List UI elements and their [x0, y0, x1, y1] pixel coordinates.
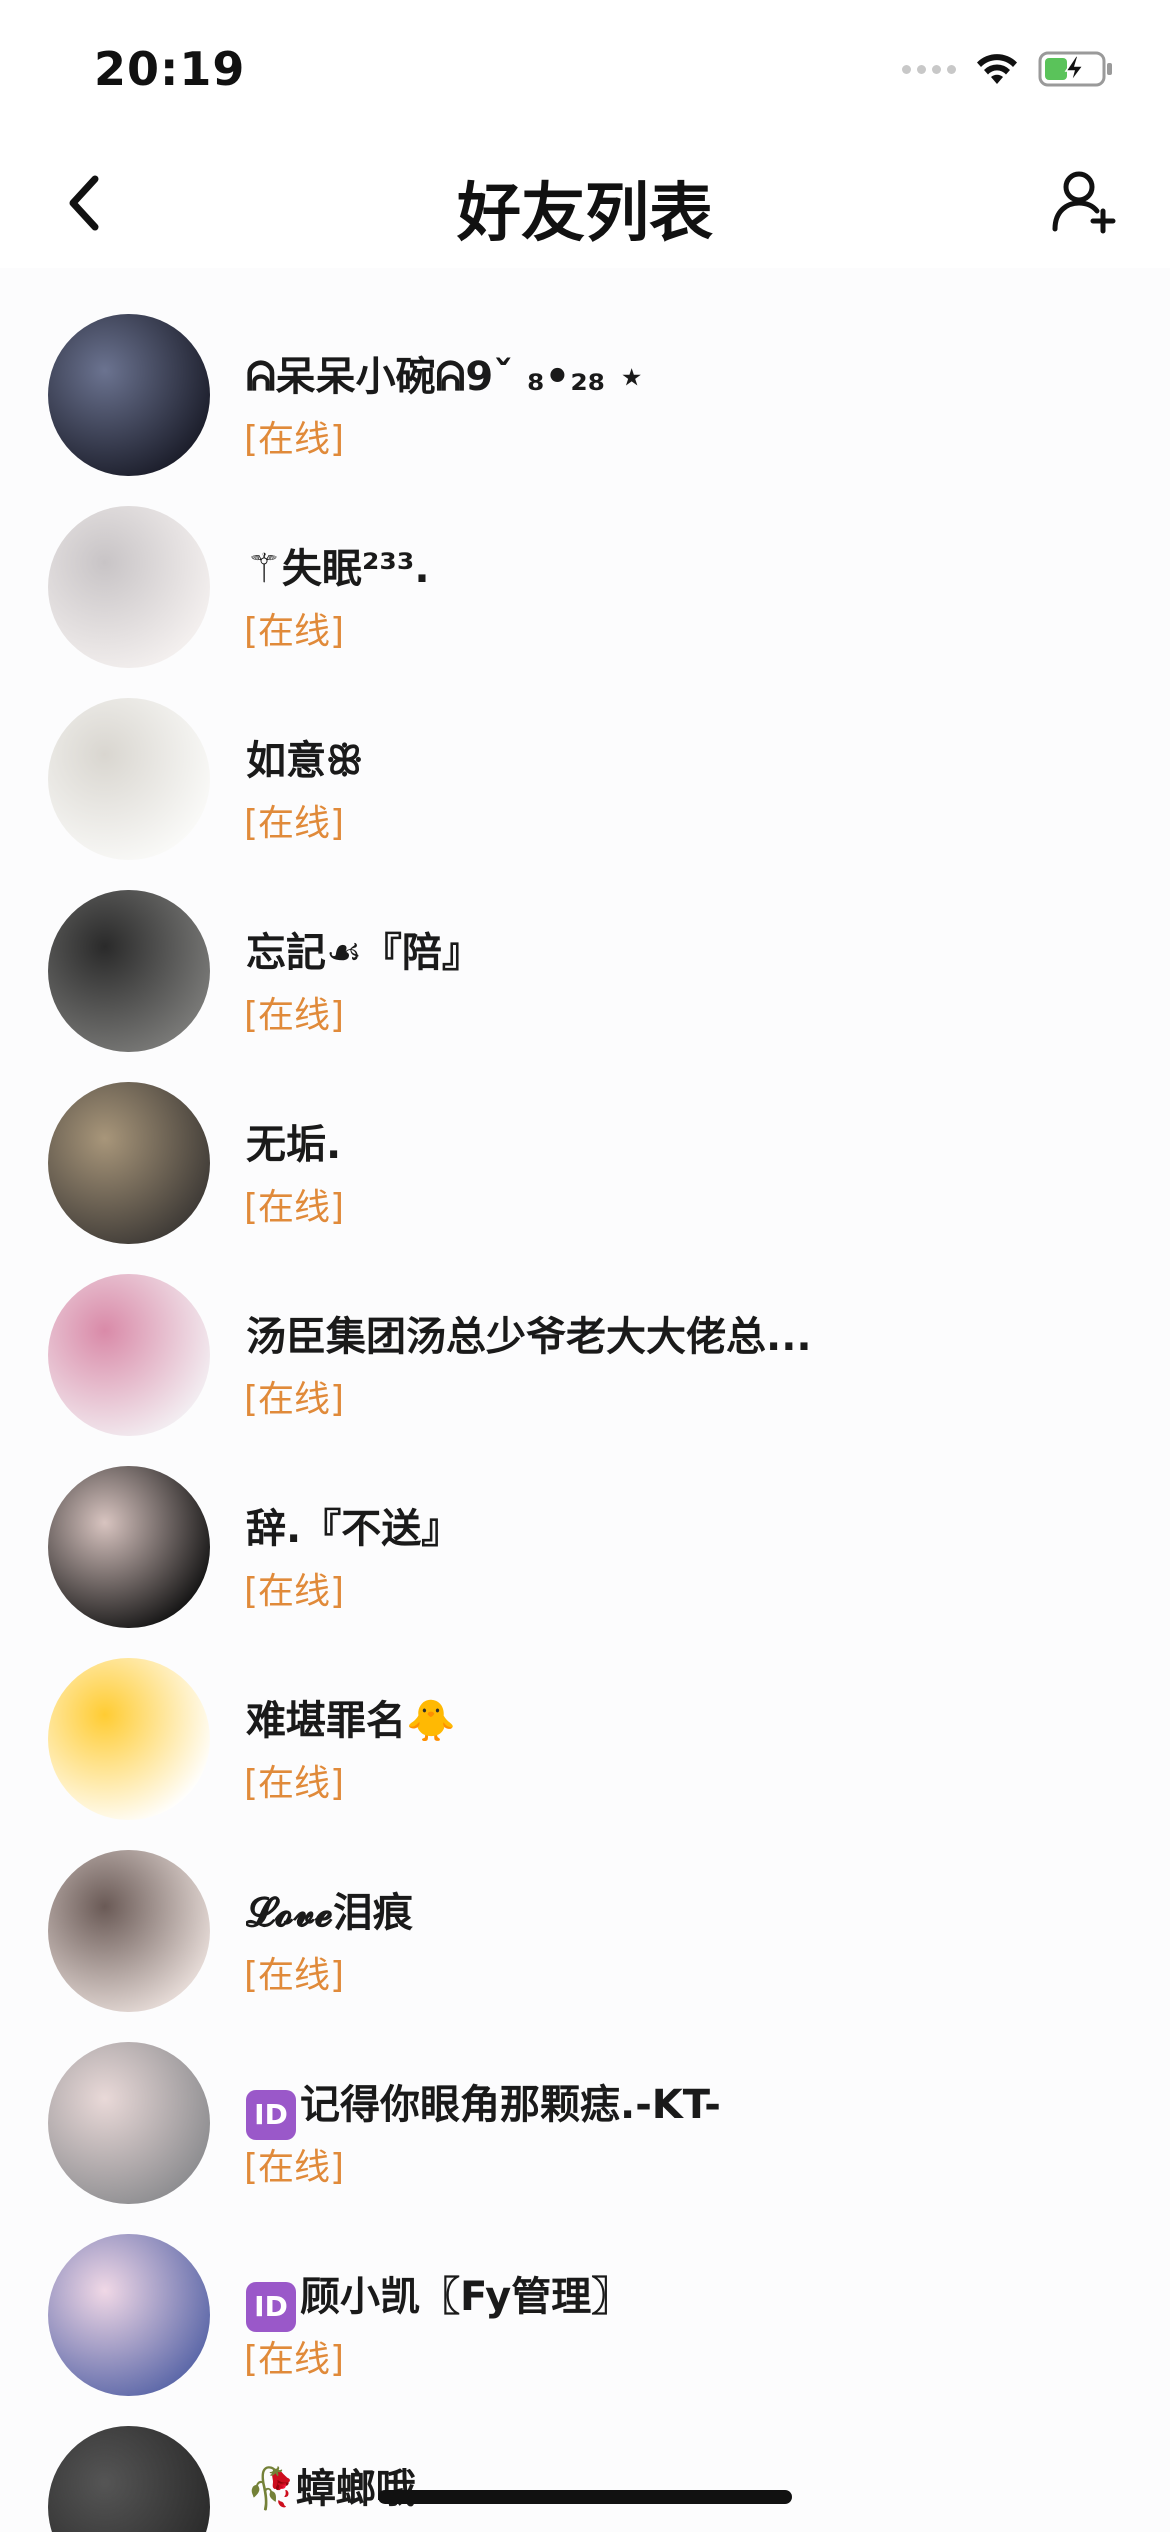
avatar[interactable]: [48, 314, 210, 476]
friend-name: 忘記☙『陪』: [246, 920, 482, 978]
friend-row[interactable]: 辞.『不送』 [在线]: [0, 1452, 1170, 1644]
friend-row[interactable]: 𝓛𝓸𝓿𝓮泪痕 [在线]: [0, 1836, 1170, 2028]
status-bar: 20:19: [0, 0, 1170, 140]
friend-name: 难堪罪名🐥: [246, 1688, 456, 1746]
friend-name-text: 辞.『不送』: [246, 1506, 462, 1552]
avatar[interactable]: [48, 506, 210, 668]
status-icons: [902, 50, 1114, 88]
online-status: [在线]: [244, 1187, 345, 1228]
home-indicator: [378, 2490, 792, 2504]
friend-name: 𝓛𝓸𝓿𝓮泪痕: [246, 1880, 413, 1938]
online-status: [在线]: [244, 2522, 344, 2532]
friend-name-text: ⚚失眠²³³.: [246, 546, 430, 592]
friend-name-text: 难堪罪名🐥: [246, 1698, 456, 1744]
id-badge-icon: ID: [246, 2090, 296, 2140]
id-badge-icon: ID: [246, 2282, 296, 2332]
friend-name: ID 记得你眼角那颗痣.-KT-: [246, 2072, 721, 2140]
friend-name: ID 顾小凯〖Fy管理〗: [246, 2264, 631, 2332]
friend-name-text: 无垢.: [246, 1122, 342, 1168]
friend-row[interactable]: 忘記☙『陪』 [在线]: [0, 876, 1170, 1068]
avatar[interactable]: [48, 1850, 210, 2012]
friend-row[interactable]: ⚚失眠²³³. [在线]: [0, 492, 1170, 684]
signal-dots-icon: [902, 64, 956, 74]
battery-charging-icon: [1038, 51, 1112, 87]
friend-name-text: 𝓛𝓸𝓿𝓮泪痕: [246, 1890, 413, 1936]
friend-name-text: 记得你眼角那颗痣.-KT-: [300, 2082, 721, 2128]
friend-name-text: 如意ꕥ: [246, 738, 364, 784]
friend-name: ⚚失眠²³³.: [246, 536, 430, 594]
online-status: [在线]: [244, 611, 345, 652]
status-time: 20:19: [94, 42, 246, 96]
friend-list-items: ᕱ呆呆小碗ᕱ9ˇ ₈•₂₈ ⋆ [在线] ⚚失眠²³³. [在线] 如意ꕥ [在线] 忘記☙…: [0, 300, 1170, 2532]
online-status: [在线]: [244, 2147, 345, 2188]
online-status: [在线]: [244, 1763, 345, 1804]
add-person-icon: [1052, 171, 1116, 234]
friend-name: 辞.『不送』: [246, 1496, 461, 1554]
friend-row[interactable]: ID 记得你眼角那颗痣.-KT- [在线]: [0, 2028, 1170, 2220]
friend-name: ᕱ呆呆小碗ᕱ9ˇ ₈•₂₈ ⋆: [246, 344, 644, 402]
friend-row[interactable]: ᕱ呆呆小碗ᕱ9ˇ ₈•₂₈ ⋆ [在线]: [0, 300, 1170, 492]
online-status: [在线]: [244, 803, 345, 844]
page-title: 好友列表: [457, 177, 713, 251]
online-status: [在线]: [244, 1379, 345, 1420]
friend-name: 无垢.: [246, 1112, 341, 1170]
friend-row[interactable]: 🥀蟑螂哦 [在线]: [0, 2412, 1170, 2532]
online-status: [在线]: [244, 2339, 345, 2380]
online-status: [在线]: [244, 995, 345, 1036]
friend-row[interactable]: 汤臣集团汤总少爷老大大佬总... [在线]: [0, 1260, 1170, 1452]
online-status: [在线]: [244, 1955, 345, 1996]
nav-bar: 好友列表: [0, 140, 1170, 268]
friend-row[interactable]: ID 顾小凯〖Fy管理〗 [在线]: [0, 2220, 1170, 2412]
friend-list[interactable]: ᕱ呆呆小碗ᕱ9ˇ ₈•₂₈ ⋆ [在线] ⚚失眠²³³. [在线] 如意ꕥ [在线] 忘記☙…: [0, 268, 1170, 2532]
avatar[interactable]: [48, 2042, 210, 2204]
avatar[interactable]: [48, 1466, 210, 1628]
online-status: [在线]: [244, 1571, 345, 1612]
wifi-icon: [977, 54, 1017, 84]
friend-name-text: 汤臣集团汤总少爷老大大佬总...: [246, 1314, 812, 1360]
friend-name: 汤臣集团汤总少爷老大大佬总...: [246, 1304, 812, 1362]
avatar[interactable]: [48, 1274, 210, 1436]
friend-name-text: 🥀蟑螂哦: [246, 2466, 416, 2512]
avatar[interactable]: [48, 2426, 210, 2532]
avatar[interactable]: [48, 1658, 210, 1820]
friend-name: 🥀蟑螂哦: [246, 2456, 416, 2514]
avatar[interactable]: [48, 890, 210, 1052]
friend-name-text: 忘記☙『陪』: [246, 930, 482, 976]
friend-row[interactable]: 如意ꕥ [在线]: [0, 684, 1170, 876]
online-status: [在线]: [244, 419, 345, 460]
friend-name-text: 顾小凯〖Fy管理〗: [300, 2274, 632, 2320]
friend-name: 如意ꕥ: [246, 728, 363, 786]
avatar[interactable]: [48, 1082, 210, 1244]
avatar[interactable]: [48, 2234, 210, 2396]
friend-row[interactable]: 无垢. [在线]: [0, 1068, 1170, 1260]
avatar[interactable]: [48, 698, 210, 860]
add-friend-button[interactable]: [1044, 160, 1124, 240]
friend-name-text: ᕱ呆呆小碗ᕱ9ˇ ₈•₂₈ ⋆: [246, 354, 645, 400]
friend-row[interactable]: 难堪罪名🐥 [在线]: [0, 1644, 1170, 1836]
